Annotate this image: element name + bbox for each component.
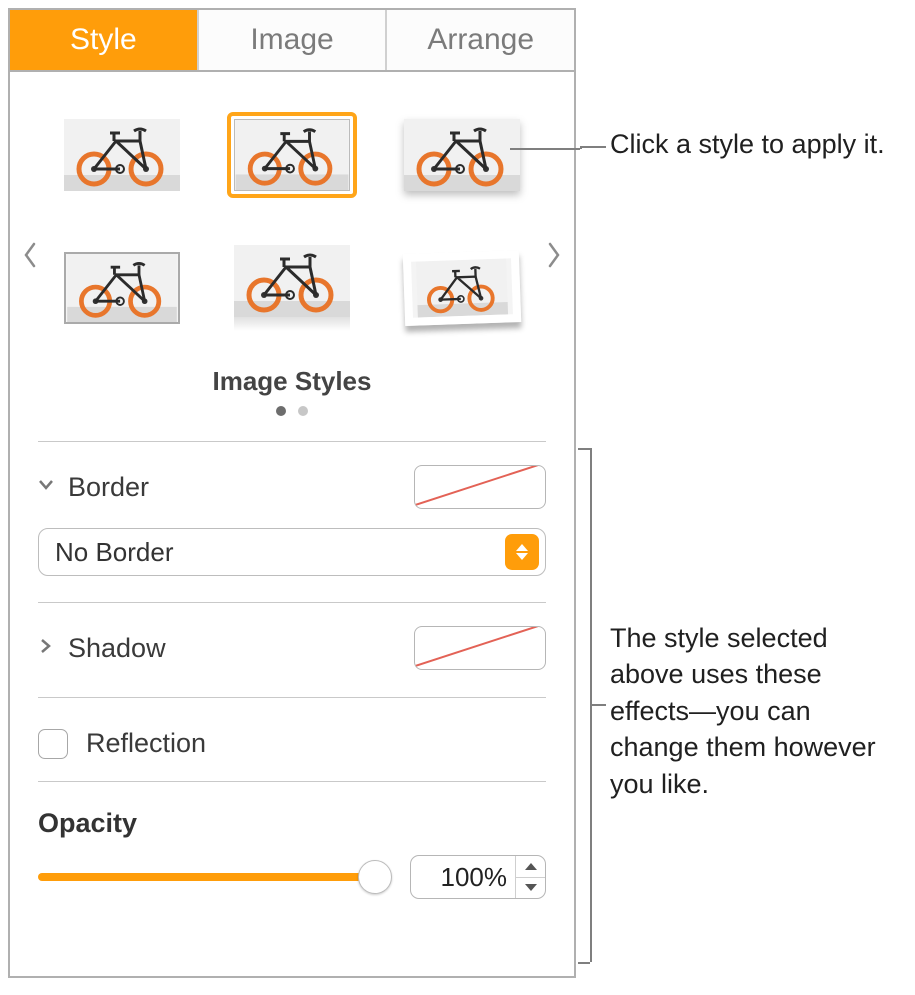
stepper-down[interactable] [516, 878, 545, 899]
style-thumb-3[interactable] [397, 112, 527, 198]
bike-icon [404, 119, 520, 191]
stepper-up[interactable] [516, 856, 545, 878]
border-disclosure[interactable] [38, 477, 58, 498]
tab-arrange[interactable]: Arrange [387, 10, 574, 70]
style-thumb-6[interactable] [396, 243, 529, 333]
pager-dot-2[interactable] [298, 406, 308, 416]
image-styles-area: Image Styles [38, 72, 546, 421]
style-thumb-2[interactable] [227, 112, 357, 198]
callout-bracket [578, 448, 590, 450]
slider-knob[interactable] [358, 860, 392, 894]
border-section: Border No Border [38, 442, 546, 576]
pager-dot-1[interactable] [276, 406, 286, 416]
opacity-label: Opacity [38, 782, 546, 839]
tab-style[interactable]: Style [10, 10, 199, 70]
bike-icon [403, 250, 521, 326]
reflection-icon [234, 317, 350, 331]
opacity-controls: 100% [38, 855, 546, 899]
border-type-select[interactable]: No Border [38, 528, 546, 576]
shadow-section: Shadow [38, 603, 546, 671]
border-preview-swatch[interactable] [414, 465, 546, 509]
callout-line [510, 148, 580, 150]
styles-prev-button[interactable] [16, 242, 44, 276]
opacity-stepper[interactable] [515, 856, 545, 898]
tab-image[interactable]: Image [199, 10, 388, 70]
style-thumb-4[interactable] [57, 245, 187, 331]
callout-line [580, 146, 606, 148]
callout-apply-style: Click a style to apply it. [610, 126, 910, 162]
callout-effects: The style selected above uses these effe… [610, 620, 900, 802]
border-select-value: No Border [55, 537, 174, 568]
opacity-value[interactable]: 100% [411, 856, 515, 898]
shadow-disclosure[interactable] [38, 638, 58, 659]
shadow-label: Shadow [68, 633, 414, 664]
reflection-checkbox[interactable] [38, 729, 68, 759]
styles-next-button[interactable] [540, 242, 568, 276]
slider-track [38, 873, 390, 881]
reflection-section: Reflection [38, 698, 546, 767]
opacity-number-field[interactable]: 100% [410, 855, 546, 899]
callout-bracket [578, 962, 590, 964]
bike-icon [64, 252, 180, 324]
styles-pager-dots[interactable] [38, 403, 546, 421]
select-arrows-icon [505, 534, 539, 570]
bike-icon [64, 119, 180, 191]
format-inspector-panel: Style Image Arrange [8, 8, 576, 978]
inspector-tabs: Style Image Arrange [10, 10, 574, 72]
border-label: Border [68, 472, 414, 503]
opacity-slider[interactable] [38, 860, 390, 894]
style-thumb-1[interactable] [57, 112, 187, 198]
reflection-label: Reflection [86, 728, 546, 759]
callout-bracket [591, 704, 606, 706]
bike-icon [234, 119, 350, 191]
image-styles-title: Image Styles [38, 366, 546, 397]
image-styles-grid [38, 100, 546, 348]
style-thumb-5[interactable] [227, 245, 357, 331]
bike-icon [234, 245, 350, 317]
shadow-preview-swatch[interactable] [414, 626, 546, 670]
